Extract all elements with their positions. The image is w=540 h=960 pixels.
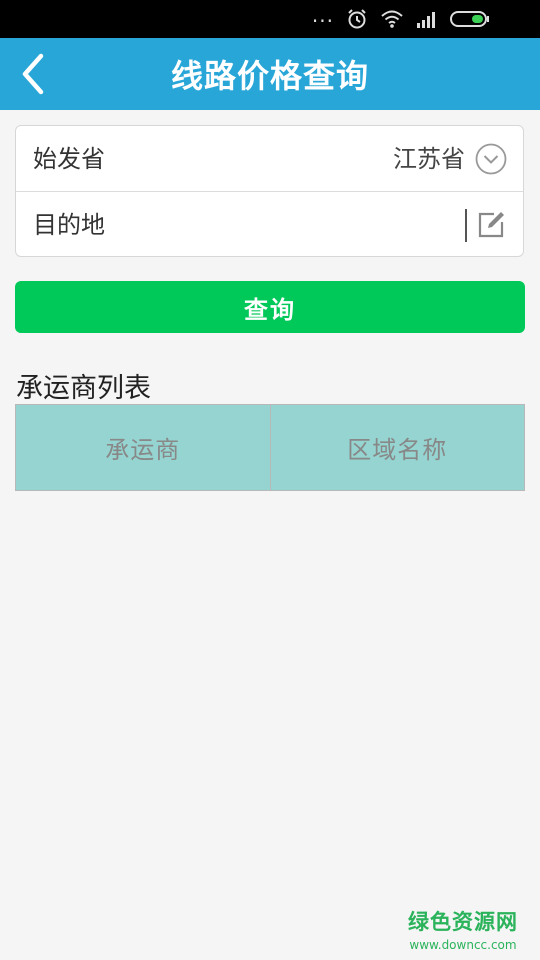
status-icons: ... — [311, 3, 490, 32]
status-bar: ... — [0, 0, 540, 38]
app-header: 线路价格查询 — [0, 38, 540, 110]
chevron-down-circle-icon[interactable] — [475, 143, 507, 175]
watermark-url: www.downcc.com — [409, 938, 517, 952]
carrier-table-header: 承运商 区域名称 — [15, 404, 525, 491]
input-divider — [465, 209, 467, 242]
origin-province-label: 始发省 — [33, 145, 105, 173]
origin-province-value[interactable]: 江苏省 — [393, 126, 465, 192]
battery-icon — [450, 11, 489, 27]
column-header-carrier: 承运商 — [105, 436, 181, 464]
query-form: 始发省 江苏省 目的地 — [15, 125, 524, 257]
destination-label: 目的地 — [33, 211, 105, 239]
signal-icon — [417, 12, 435, 28]
query-button[interactable]: 查询 — [15, 281, 525, 333]
more-dots-icon: ... — [311, 3, 334, 27]
alarm-icon — [348, 9, 366, 29]
destination-row[interactable]: 目的地 — [16, 192, 523, 258]
edit-icon[interactable] — [475, 209, 507, 241]
watermark: 绿色资源网 www.downcc.com — [408, 906, 518, 952]
column-header-region: 区域名称 — [269, 405, 525, 490]
watermark-text: 绿色资源网 — [408, 910, 518, 934]
page-title: 线路价格查询 — [170, 57, 369, 95]
origin-province-row[interactable]: 始发省 江苏省 — [16, 126, 523, 192]
wifi-icon — [381, 10, 403, 28]
carrier-list-title: 承运商列表 — [16, 373, 151, 404]
destination-input[interactable] — [126, 204, 456, 246]
